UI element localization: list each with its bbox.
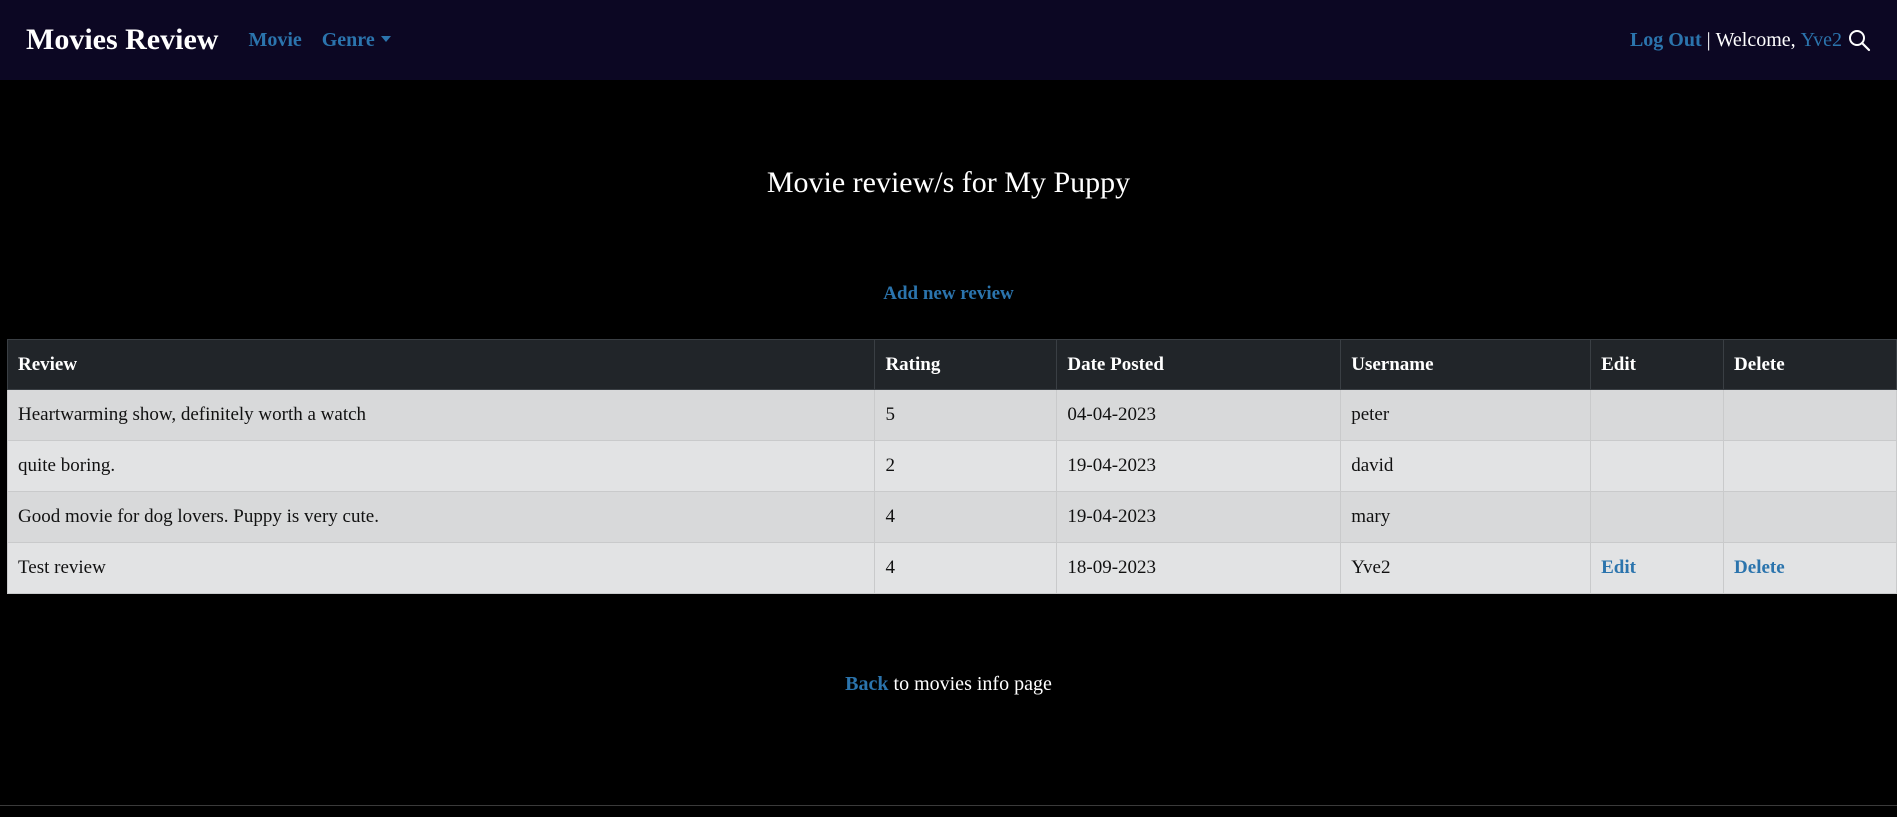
cell-date: 19-04-2023 <box>1056 491 1342 543</box>
nav-movie-link[interactable]: Movie <box>248 29 301 52</box>
cell-date: 19-04-2023 <box>1056 440 1342 492</box>
cell-username: peter <box>1340 389 1592 441</box>
reviews-table: Review Rating Date Posted Username Edit … <box>6 339 1897 594</box>
table-header-row: Review Rating Date Posted Username Edit … <box>6 339 1897 390</box>
cell-rating: 4 <box>874 491 1058 543</box>
page-title: Movie review/s for My Puppy <box>766 166 1131 199</box>
cell-date: 18-09-2023 <box>1056 542 1342 594</box>
nav-genre-label: Genre <box>321 28 375 51</box>
nav-separator: | <box>1701 28 1716 51</box>
cell-review: quite boring. <box>6 440 876 492</box>
back-link[interactable]: Back <box>845 673 888 695</box>
header-delete: Delete <box>1723 339 1897 390</box>
cell-delete: Delete <box>1723 542 1897 594</box>
cell-rating: 4 <box>874 542 1058 594</box>
cell-username: mary <box>1340 491 1592 543</box>
brand-link[interactable]: Movies Review <box>26 23 218 57</box>
cell-review: Good movie for dog lovers. Puppy is very… <box>6 491 876 543</box>
add-review-container: Add new review <box>0 283 1897 305</box>
cell-edit <box>1590 389 1725 441</box>
header-review: Review <box>6 339 876 390</box>
chevron-down-icon <box>380 35 391 42</box>
search-icon[interactable] <box>1847 28 1871 52</box>
welcome-text: Welcome, <box>1715 28 1801 51</box>
footer-divider <box>0 805 1897 806</box>
cell-delete <box>1723 440 1897 492</box>
top-navbar: Movies Review Movie Genre Log Out | Welc… <box>0 0 1897 80</box>
table-row: Good movie for dog lovers. Puppy is very… <box>6 491 1897 543</box>
cell-username: Yve2 <box>1340 542 1592 594</box>
logout-link[interactable]: Log Out <box>1630 29 1702 52</box>
username-link[interactable]: Yve2 <box>1801 29 1842 52</box>
delete-review-link[interactable]: Delete <box>1734 557 1785 578</box>
cell-delete <box>1723 491 1897 543</box>
cell-edit <box>1590 491 1725 543</box>
add-review-link[interactable]: Add new review <box>883 283 1014 304</box>
cell-rating: 5 <box>874 389 1058 441</box>
header-edit: Edit <box>1590 339 1725 390</box>
header-date-posted: Date Posted <box>1056 339 1342 390</box>
table-row: quite boring. 2 19-04-2023 david <box>6 440 1897 492</box>
edit-review-link[interactable]: Edit <box>1601 557 1636 578</box>
cell-review: Heartwarming show, definitely worth a wa… <box>6 389 876 441</box>
cell-review: Test review <box>6 542 876 594</box>
table-row: Test review 4 18-09-2023 Yve2 Edit Delet… <box>6 542 1897 594</box>
back-line: Back to movies info page <box>0 673 1897 696</box>
cell-username: david <box>1340 440 1592 492</box>
cell-rating: 2 <box>874 440 1058 492</box>
user-area: Log Out | Welcome, Yve2 <box>1630 28 1871 52</box>
nav-genre-dropdown[interactable]: Genre <box>322 29 391 52</box>
back-text: to movies info page <box>888 673 1052 695</box>
cell-edit <box>1590 440 1725 492</box>
cell-edit: Edit <box>1590 542 1725 594</box>
cell-date: 04-04-2023 <box>1056 389 1342 441</box>
table-row: Heartwarming show, definitely worth a wa… <box>6 389 1897 441</box>
header-rating: Rating <box>874 339 1058 390</box>
header-username: Username <box>1340 339 1592 390</box>
cell-delete <box>1723 389 1897 441</box>
